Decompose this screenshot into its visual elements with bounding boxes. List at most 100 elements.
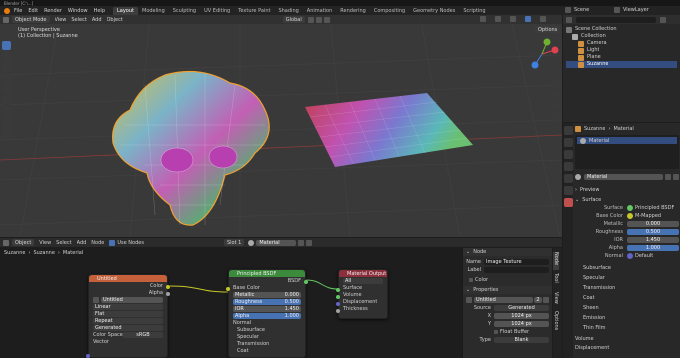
panel-subsurface[interactable]: Subsurface	[583, 263, 679, 273]
copy-material-icon[interactable]	[673, 173, 679, 180]
color-output-socket[interactable]	[166, 285, 170, 289]
measure-icon[interactable]	[2, 118, 11, 127]
panel-coat[interactable]: Coat	[583, 293, 679, 303]
node-panel-header[interactable]: ⌄ Node	[463, 248, 552, 256]
type-dropdown[interactable]: Blank	[494, 337, 549, 343]
orientation-selector[interactable]: Global	[282, 16, 305, 23]
panel-thin-film[interactable]: Thin Film	[583, 323, 679, 333]
editor-type-icon[interactable]	[3, 16, 9, 23]
shader-editor[interactable]: Object View Select Add Node Use Nodes Sl…	[0, 238, 562, 358]
menu-file[interactable]: File	[14, 8, 22, 14]
bsdf-output-socket[interactable]	[304, 280, 308, 284]
suzanne-mesh[interactable]	[105, 65, 285, 235]
principled-bsdf-node[interactable]: Principled BSDF BSDF Base Color Metallic…	[226, 269, 308, 358]
navigation-gizmo[interactable]	[525, 37, 559, 71]
zoom-icon[interactable]	[550, 79, 559, 88]
viewport-menu-object[interactable]: Object	[107, 17, 123, 23]
outliner-row-suzanne[interactable]: Suzanne	[566, 61, 677, 68]
vector-input-socket[interactable]	[86, 354, 90, 358]
surface-input-socket[interactable]	[336, 288, 340, 292]
menu-window[interactable]: Window	[68, 8, 88, 14]
view-layer-selector[interactable]: ViewLayer	[623, 7, 649, 13]
interpolation-dropdown[interactable]: Linear	[93, 303, 163, 310]
panel-transmission[interactable]: Transmission	[229, 340, 305, 347]
transform-icon[interactable]	[2, 96, 11, 105]
panel-transmission[interactable]: Transmission	[583, 283, 679, 293]
image-texture-node[interactable]: Untitled Color Alpha Untitled Linear Fla…	[86, 274, 170, 358]
perspective-toggle-icon[interactable]	[550, 112, 559, 121]
base-color-input-socket[interactable]	[226, 287, 230, 291]
select-box-icon[interactable]	[2, 41, 11, 50]
3d-viewport[interactable]: Object Mode View Select Add Object Globa…	[0, 15, 562, 237]
base-color-field[interactable]: M-Mapped	[627, 213, 679, 219]
panel-specular[interactable]: Specular	[229, 333, 305, 340]
outliner-row-scene-collection[interactable]: Scene Collection	[566, 26, 677, 33]
material-slot-list[interactable]: Material	[575, 135, 679, 169]
color-panel[interactable]: Color	[463, 276, 552, 284]
users-count[interactable]: 2	[534, 297, 542, 303]
tab-uv-editing[interactable]: UV Editing	[200, 7, 234, 15]
metallic-slider[interactable]: Metallic 0.000	[233, 291, 301, 298]
render-tab-icon[interactable]	[564, 138, 573, 147]
surface-shader-field[interactable]: Principled BSDF	[627, 205, 679, 211]
float-buffer-checkbox[interactable]	[494, 330, 498, 334]
sidebar-tab-options[interactable]: Options	[553, 311, 559, 333]
outliner-row-plane[interactable]: Plane	[566, 54, 677, 61]
sidebar-tab-view[interactable]: View	[553, 292, 559, 308]
modifier-tab-icon[interactable]	[564, 186, 573, 195]
blender-logo-icon[interactable]	[4, 7, 10, 14]
alpha-slider[interactable]: Alpha 1.000	[233, 312, 301, 319]
target-dropdown[interactable]: All	[343, 277, 383, 284]
ior-field[interactable]: 1.450	[627, 237, 679, 243]
image-browse-icon[interactable]	[93, 296, 99, 303]
gizmo-icon[interactable]	[495, 16, 501, 22]
snap-icon[interactable]	[315, 16, 322, 23]
material-tab-icon[interactable]	[564, 198, 573, 207]
tab-layout[interactable]: Layout	[113, 6, 138, 15]
tool-tab-icon[interactable]	[564, 126, 573, 135]
rotate-icon[interactable]	[2, 74, 11, 83]
alpha-field[interactable]: 1.000	[627, 245, 679, 251]
scene-tab-icon[interactable]	[564, 162, 573, 171]
image-name-field[interactable]: Untitled	[101, 296, 163, 303]
outliner-search-input[interactable]	[576, 16, 656, 23]
panel-volume[interactable]: Volume	[575, 335, 679, 344]
tab-modeling[interactable]: Modeling	[138, 7, 169, 15]
extension-dropdown[interactable]: Repeat	[93, 317, 163, 324]
overlay-icon[interactable]	[510, 16, 516, 22]
properties-panel-header[interactable]: ⌄ Properties	[463, 286, 552, 294]
pan-icon[interactable]	[550, 90, 559, 99]
shading-solid-icon[interactable]	[525, 16, 531, 22]
size-x-field[interactable]: 1024 px	[494, 313, 549, 319]
color-checkbox[interactable]	[469, 278, 473, 282]
menu-render[interactable]: Render	[44, 8, 62, 14]
tab-texture-paint[interactable]: Texture Paint	[234, 7, 274, 15]
scale-icon[interactable]	[2, 85, 11, 94]
tab-sculpting[interactable]: Sculpting	[169, 7, 200, 15]
camera-view-icon[interactable]	[550, 101, 559, 110]
material-output-node[interactable]: Material Output All Surface Volume Displ…	[336, 269, 388, 319]
alpha-output-socket[interactable]	[166, 292, 170, 296]
panel-emission[interactable]: Emission	[583, 313, 679, 323]
panel-subsurface[interactable]: Subsurface	[229, 326, 305, 333]
menu-help[interactable]: Help	[94, 8, 105, 14]
tab-compositing[interactable]: Compositing	[370, 7, 409, 15]
scene-selector[interactable]: Scene	[574, 7, 614, 13]
filter-icon[interactable]	[660, 16, 666, 23]
cursor-icon[interactable]	[2, 52, 11, 61]
material-slot[interactable]: Material	[577, 137, 677, 144]
menu-edit[interactable]: Edit	[28, 8, 38, 14]
volume-input-socket[interactable]	[336, 295, 340, 299]
options-button[interactable]: Options	[535, 26, 561, 33]
outliner-row-collection[interactable]: Collection	[566, 33, 677, 40]
object-tab-icon[interactable]	[564, 174, 573, 183]
annotate-icon[interactable]	[2, 107, 11, 116]
thickness-input-socket[interactable]	[336, 309, 340, 313]
shading-material-icon[interactable]	[540, 16, 546, 22]
plane-mesh[interactable]	[295, 85, 475, 180]
mode-selector[interactable]: Object Mode	[12, 16, 50, 23]
projection-dropdown[interactable]: Flat	[93, 310, 163, 317]
node-label-input[interactable]	[484, 267, 549, 273]
roughness-field[interactable]: 0.500	[627, 229, 679, 235]
image-browse-icon[interactable]	[466, 297, 472, 303]
